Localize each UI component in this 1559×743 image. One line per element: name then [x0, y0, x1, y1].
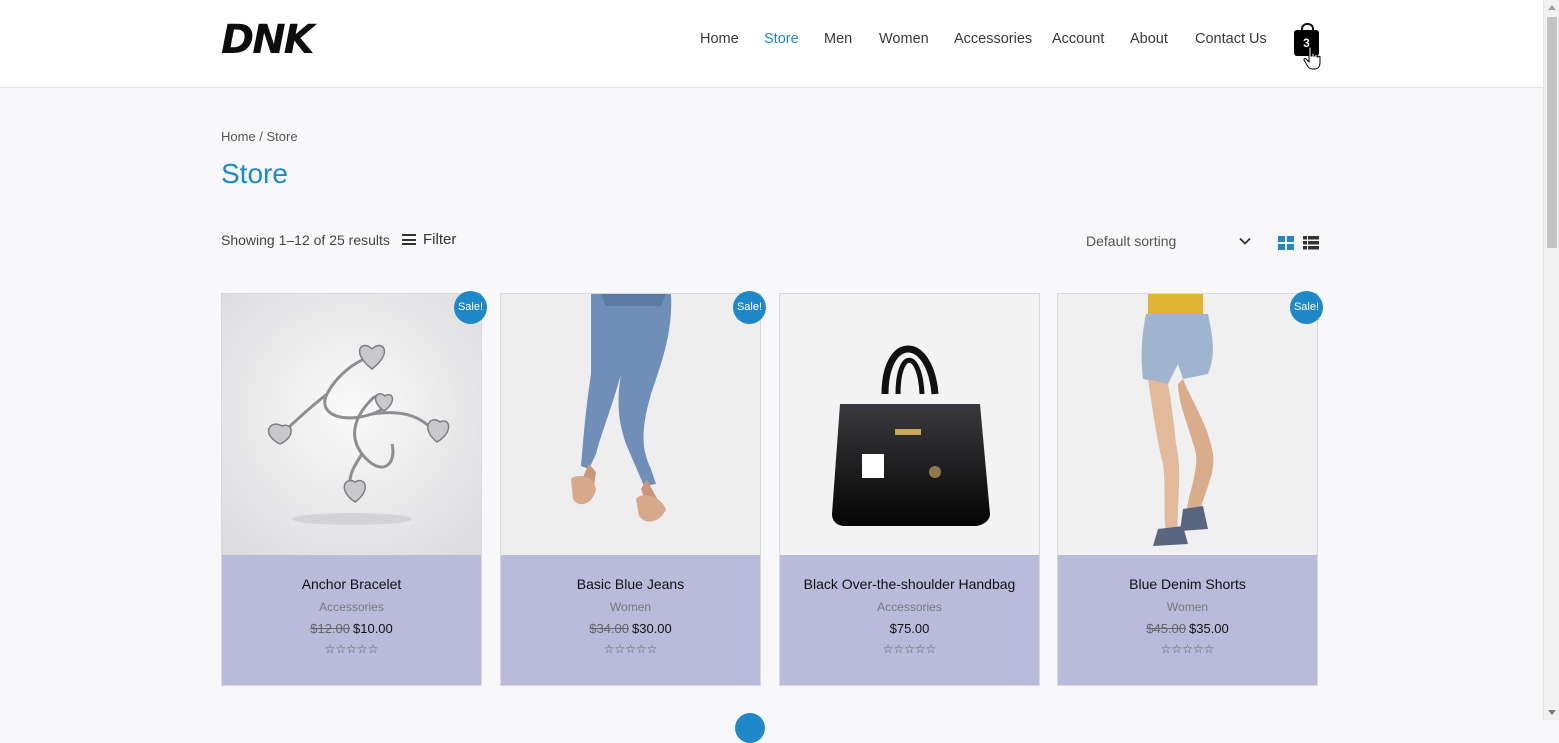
hamburger-icon — [402, 234, 416, 245]
product-card[interactable]: Sale! Blue Denim Shorts Women $45.00 $35.… — [1057, 291, 1323, 686]
bracelet-image — [222, 294, 481, 555]
product-category: Accessories — [319, 600, 384, 614]
logo-text: DNK — [221, 17, 315, 63]
product-category: Accessories — [877, 600, 942, 614]
sale-price: $35.00 — [1189, 621, 1229, 636]
product-title[interactable]: Blue Denim Shorts — [1058, 576, 1317, 592]
star-rating: ☆☆☆☆☆ — [324, 642, 379, 656]
chevron-down-icon — [1239, 237, 1251, 245]
page-title: Store — [221, 158, 288, 189]
sale-badge: Sale! — [454, 291, 487, 324]
product-price: $34.00 $30.00 — [501, 621, 760, 636]
product-title[interactable]: Basic Blue Jeans — [501, 576, 760, 592]
product-price: $45.00 $35.00 — [1058, 621, 1317, 636]
hand-cursor-icon — [1303, 46, 1321, 70]
jeans-image — [501, 294, 760, 555]
nav-item-about[interactable]: About — [1130, 31, 1168, 47]
star-rating: ☆☆☆☆☆ — [882, 642, 937, 656]
original-price: $34.00 — [589, 621, 629, 636]
original-price: $45.00 — [1146, 621, 1186, 636]
product-price: $12.00 $10.00 — [222, 621, 481, 636]
scroll-to-top-button[interactable] — [735, 713, 765, 743]
product-title[interactable]: Anchor Bracelet — [222, 576, 481, 592]
product-title[interactable]: Black Over-the-shoulder Handbag — [780, 576, 1039, 592]
breadcrumb[interactable]: Home / Store — [221, 129, 298, 144]
result-count: Showing 1–12 of 25 results — [221, 232, 390, 248]
star-rating: ☆☆☆☆☆ — [1160, 642, 1215, 656]
site-logo[interactable]: DNK — [221, 14, 329, 66]
filter-label: Filter — [423, 231, 457, 248]
product-image[interactable] — [501, 294, 760, 555]
site-header: DNK Home Store Men Women Accessories Acc… — [0, 0, 1543, 88]
handbag-image — [780, 294, 1039, 555]
sorting-selected-value: Default sorting — [1086, 233, 1177, 249]
nav-item-contact-us[interactable]: Contact Us — [1195, 31, 1267, 47]
sale-price: $30.00 — [632, 621, 672, 636]
nav-item-accessories[interactable]: Accessories — [954, 31, 1032, 47]
product-image[interactable] — [780, 294, 1039, 555]
page-scrollbar[interactable] — [1543, 0, 1559, 720]
nav-item-men[interactable]: Men — [824, 31, 852, 47]
nav-item-account[interactable]: Account — [1052, 31, 1104, 47]
nav-item-women[interactable]: Women — [879, 31, 929, 47]
product-category: Women — [609, 600, 652, 614]
product-image[interactable] — [1058, 294, 1317, 555]
product-card[interactable]: Sale! Basic Blue Jeans Women $34.00 $30.0… — [500, 291, 766, 686]
sorting-select[interactable]: Default sorting — [1080, 230, 1256, 254]
nav-item-store[interactable]: Store — [764, 31, 799, 47]
filter-button[interactable]: Filter — [402, 231, 456, 248]
scroll-thumb[interactable] — [1547, 17, 1557, 248]
star-rating: ☆☆☆☆☆ — [603, 642, 658, 656]
nav-item-home[interactable]: Home — [700, 31, 739, 47]
original-price: $12.00 — [310, 621, 350, 636]
product-image[interactable] — [222, 294, 481, 555]
product-price: $75.00 — [780, 621, 1039, 636]
grid-view-icon[interactable] — [1278, 236, 1294, 250]
sale-badge: Sale! — [1290, 291, 1323, 324]
product-category: Women — [1166, 600, 1209, 614]
scroll-up-arrow-icon[interactable] — [1548, 5, 1556, 10]
product-price-value: $75.00 — [889, 621, 930, 636]
shorts-image — [1058, 294, 1317, 555]
product-card[interactable]: Black Over-the-shoulder Handbag Accessor… — [779, 293, 1040, 686]
product-card[interactable]: Sale! Anchor Bracelet Accessories $12.00… — [221, 291, 487, 686]
sale-badge: Sale! — [733, 291, 766, 324]
scroll-down-arrow-icon[interactable] — [1548, 710, 1556, 715]
list-view-icon[interactable] — [1303, 236, 1319, 250]
sale-price: $10.00 — [353, 621, 393, 636]
